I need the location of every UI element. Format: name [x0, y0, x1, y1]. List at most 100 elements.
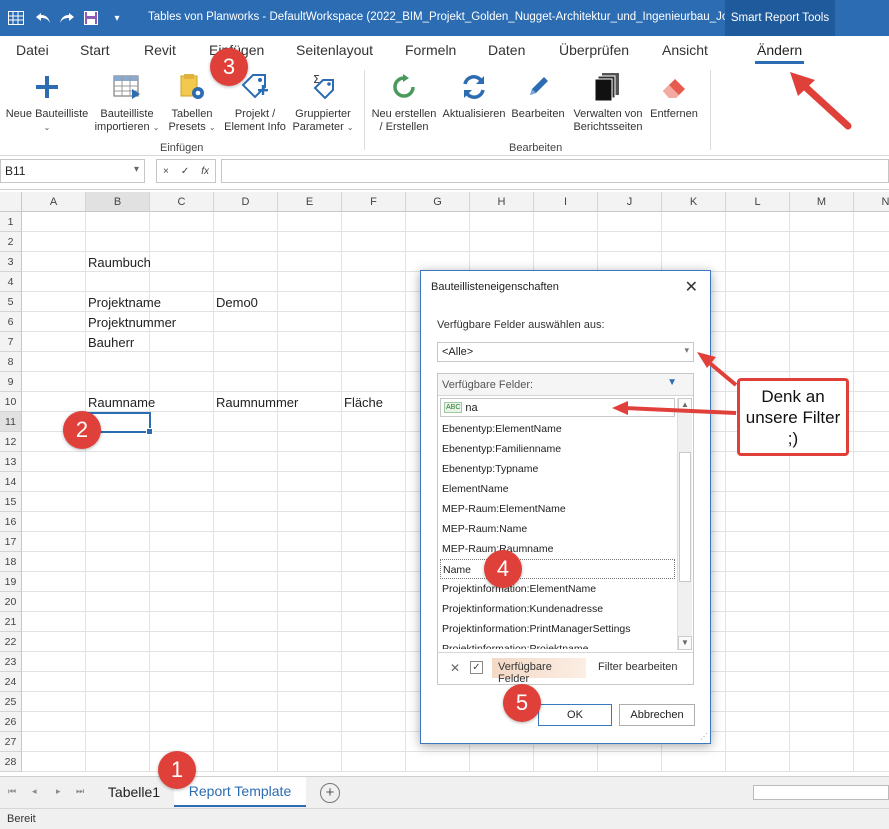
enter-formula-icon[interactable]: ✓: [181, 166, 189, 177]
row-header-7[interactable]: 7: [0, 332, 22, 352]
close-icon[interactable]: ✕: [685, 277, 698, 297]
fields-scrollbar[interactable]: ▲ ▼: [677, 398, 692, 650]
available-fields-list[interactable]: Ebenentyp:ElementName Ebenentyp:Familienn…: [440, 419, 675, 649]
cell-b5[interactable]: Projektname: [88, 295, 161, 310]
row-header-20[interactable]: 20: [0, 592, 22, 612]
refresh-button[interactable]: Aktualisieren: [441, 70, 507, 121]
field-list-item[interactable]: MEP-Raum:Raumname: [440, 539, 675, 559]
column-header-n[interactable]: N: [854, 192, 889, 212]
row-header-21[interactable]: 21: [0, 612, 22, 632]
horizontal-scrollbar[interactable]: [753, 785, 889, 800]
next-sheet-icon[interactable]: ▸: [56, 786, 61, 797]
insert-function-icon[interactable]: fx: [201, 166, 209, 177]
row-header-27[interactable]: 27: [0, 732, 22, 752]
clear-filter-icon[interactable]: ✕: [450, 661, 460, 675]
field-list-item[interactable]: Ebenentyp:Typname: [440, 459, 675, 479]
tab-start[interactable]: Start: [80, 42, 110, 58]
tab-datei[interactable]: Datei: [16, 42, 49, 58]
name-box[interactable]: B11: [0, 159, 145, 183]
column-header-b[interactable]: B: [86, 192, 150, 212]
row-header-6[interactable]: 6: [0, 312, 22, 332]
field-search-input[interactable]: ABC na: [440, 398, 675, 417]
row-header-25[interactable]: 25: [0, 692, 22, 712]
select-all-corner[interactable]: [0, 192, 22, 212]
row-header-9[interactable]: 9: [0, 372, 22, 392]
cancel-formula-icon[interactable]: ×: [163, 166, 169, 177]
save-icon[interactable]: [82, 9, 100, 27]
row-header-8[interactable]: 8: [0, 352, 22, 372]
row-header-12[interactable]: 12: [0, 432, 22, 452]
tab-daten[interactable]: Daten: [488, 42, 525, 58]
resize-grip-icon[interactable]: ⋰: [700, 732, 708, 741]
row-header-17[interactable]: 17: [0, 532, 22, 552]
column-header-f[interactable]: F: [342, 192, 406, 212]
first-sheet-icon[interactable]: ⏮: [8, 786, 16, 797]
active-filter-chip[interactable]: Verfügbare Felder: [492, 658, 586, 685]
add-sheet-icon[interactable]: +: [320, 783, 340, 803]
undo-icon[interactable]: [34, 9, 52, 27]
table-presets-button[interactable]: Tabellen Presets ⌄: [164, 70, 220, 134]
cell-d10[interactable]: Raumnummer: [216, 395, 298, 410]
column-header-i[interactable]: I: [534, 192, 598, 212]
column-header-k[interactable]: K: [662, 192, 726, 212]
cell-b10[interactable]: Raumname: [88, 395, 155, 410]
row-header-19[interactable]: 19: [0, 572, 22, 592]
row-header-26[interactable]: 26: [0, 712, 22, 732]
manage-report-pages-button[interactable]: Verwalten von Berichtsseiten: [570, 70, 646, 134]
row-header-16[interactable]: 16: [0, 512, 22, 532]
column-header-l[interactable]: L: [726, 192, 790, 212]
column-header-j[interactable]: J: [598, 192, 662, 212]
edit-button[interactable]: Bearbeiten: [508, 70, 568, 121]
column-header-a[interactable]: A: [22, 192, 86, 212]
tab-aendern[interactable]: Ändern: [754, 42, 805, 64]
ok-button[interactable]: OK: [538, 704, 612, 726]
column-header-h[interactable]: H: [470, 192, 534, 212]
field-list-item[interactable]: MEP-Raum:ElementName: [440, 499, 675, 519]
cell-b3[interactable]: Raumbuch: [88, 255, 151, 270]
cancel-button[interactable]: Abbrechen: [619, 704, 695, 726]
new-parts-list-button[interactable]: Neue Bauteilliste ⌄: [4, 70, 90, 134]
cell-b6[interactable]: Projektnummer: [88, 315, 176, 330]
row-header-14[interactable]: 14: [0, 472, 22, 492]
row-header-28[interactable]: 28: [0, 752, 22, 772]
field-list-item[interactable]: Projektinformation:Kundenadresse: [440, 599, 675, 619]
import-parts-list-button[interactable]: Bauteilliste importieren ⌄: [92, 70, 162, 134]
column-header-m[interactable]: M: [790, 192, 854, 212]
row-header-4[interactable]: 4: [0, 272, 22, 292]
tab-ueberpruefen[interactable]: Überprüfen: [559, 42, 629, 58]
edit-filter-link[interactable]: Filter bearbeiten: [598, 661, 678, 673]
tab-revit[interactable]: Revit: [144, 42, 176, 58]
field-list-item[interactable]: Projektinformation:PrintManagerSettings: [440, 619, 675, 639]
sheet-tab-report-template[interactable]: Report Template: [174, 777, 306, 807]
row-header-24[interactable]: 24: [0, 672, 22, 692]
remove-button[interactable]: Entfernen: [646, 70, 702, 121]
column-header-g[interactable]: G: [406, 192, 470, 212]
context-tab-smart-report-tools[interactable]: Smart Report Tools: [725, 0, 835, 36]
row-header-5[interactable]: 5: [0, 292, 22, 312]
column-header-c[interactable]: C: [150, 192, 214, 212]
formula-input[interactable]: [221, 159, 889, 183]
create-new-button[interactable]: Neu erstellen / Erstellen: [368, 70, 440, 134]
scroll-thumb[interactable]: [679, 452, 691, 582]
tab-formeln[interactable]: Formeln: [405, 42, 456, 58]
row-header-11[interactable]: 11: [0, 412, 22, 432]
tab-seitenlayout[interactable]: Seitenlayout: [296, 42, 373, 58]
quick-access-dropdown-icon[interactable]: ▾: [110, 9, 124, 27]
cell-b7[interactable]: Bauherr: [88, 335, 134, 350]
tab-ansicht[interactable]: Ansicht: [662, 42, 708, 58]
sheet-tab-tabelle1[interactable]: Tabelle1: [98, 777, 170, 807]
scroll-down-icon[interactable]: ▼: [678, 636, 692, 650]
field-list-item[interactable]: Ebenentyp:ElementName: [440, 419, 675, 439]
column-header-e[interactable]: E: [278, 192, 342, 212]
column-header-d[interactable]: D: [214, 192, 278, 212]
scroll-up-icon[interactable]: ▲: [678, 398, 692, 412]
field-list-item[interactable]: ElementName: [440, 479, 675, 499]
row-header-22[interactable]: 22: [0, 632, 22, 652]
row-header-10[interactable]: 10: [0, 392, 22, 412]
field-list-item[interactable]: Projektinformation:ElementName: [440, 579, 675, 599]
redo-icon[interactable]: [58, 9, 76, 27]
row-header-15[interactable]: 15: [0, 492, 22, 512]
row-header-1[interactable]: 1: [0, 212, 22, 232]
filter-enabled-checkbox[interactable]: ✓: [470, 661, 483, 674]
last-sheet-icon[interactable]: ⏭: [76, 786, 84, 797]
